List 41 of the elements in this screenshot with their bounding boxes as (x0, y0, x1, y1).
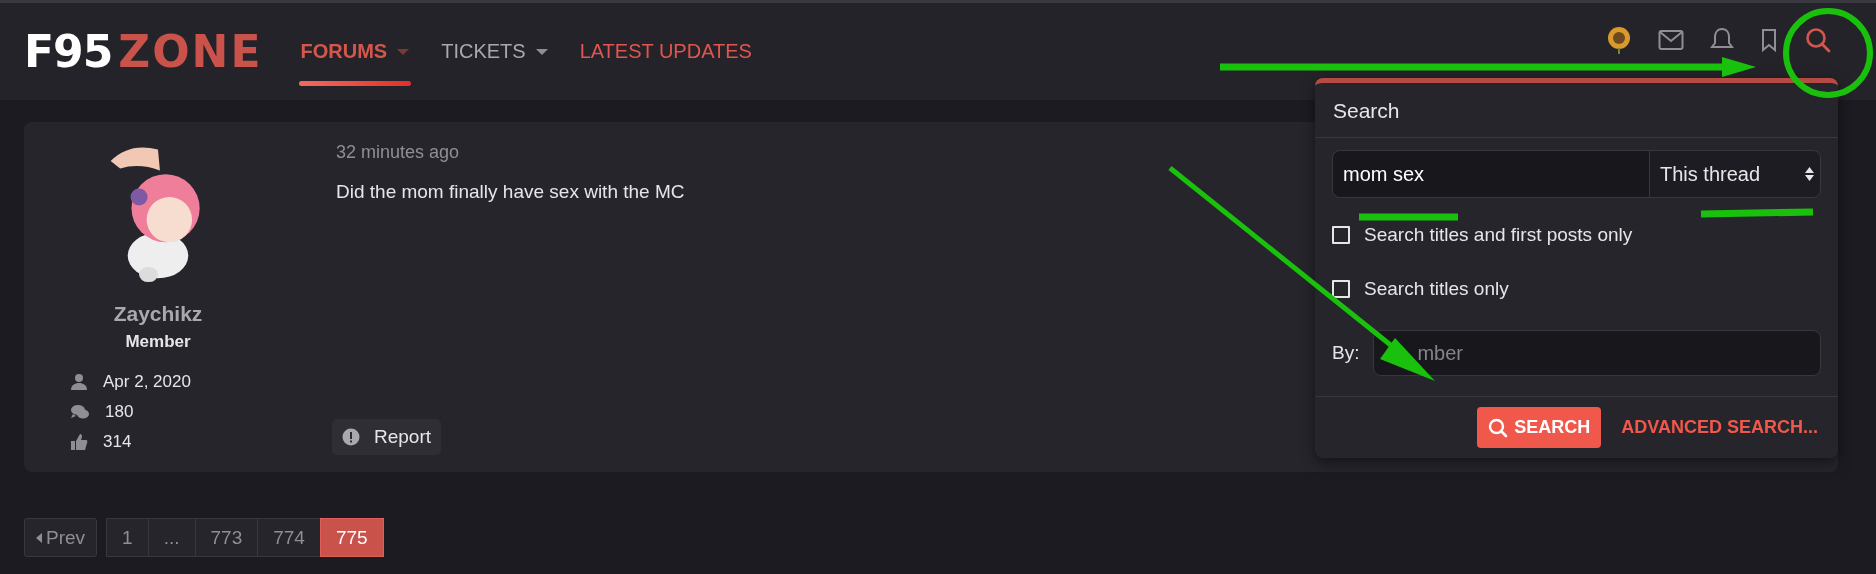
search-field[interactable]: mom sex (1332, 150, 1649, 198)
option-label: Search titles only (1364, 278, 1509, 300)
checkbox[interactable] (1332, 280, 1350, 298)
checkbox[interactable] (1332, 226, 1350, 244)
site-logo[interactable]: F95 ZONE (24, 29, 263, 74)
user-icon (70, 373, 88, 391)
search-button[interactable]: SEARCH (1477, 407, 1602, 448)
popup-title: Search (1315, 83, 1838, 138)
caret-icon (535, 47, 548, 56)
stat-value: 180 (105, 402, 134, 422)
page-button[interactable]: 775 (319, 518, 384, 557)
sort-icon (1805, 167, 1814, 181)
page-button[interactable]: 774 (257, 518, 321, 557)
scope-select[interactable]: This thread (1649, 150, 1821, 198)
search-icon[interactable] (1804, 26, 1832, 54)
thumbs-up-icon (70, 433, 88, 451)
chat-icon (70, 403, 90, 421)
sunflower-icon[interactable] (1606, 25, 1632, 55)
alert-icon (342, 428, 360, 446)
stat-value: Apr 2, 2020 (103, 372, 191, 392)
bookmark-icon[interactable] (1760, 27, 1778, 53)
prev-button[interactable]: Prev (24, 518, 98, 557)
advanced-search-link[interactable]: ADVANCED SEARCH... (1621, 417, 1818, 438)
mail-icon[interactable] (1658, 29, 1684, 51)
nav-tab[interactable]: FORUMS (298, 3, 412, 100)
author-name[interactable]: Zaychikz (113, 302, 203, 326)
caret-icon (36, 532, 43, 543)
stat-value: 314 (103, 432, 132, 452)
page-button[interactable]: ... (147, 518, 196, 557)
member-field[interactable]: mber (1373, 330, 1821, 376)
caret-icon (397, 47, 410, 56)
page-button[interactable]: 1 (106, 518, 149, 557)
user-role: Member (125, 332, 191, 352)
page-button[interactable]: 773 (194, 518, 259, 557)
report-button[interactable]: Report (332, 419, 442, 455)
by-label: By: (1332, 342, 1360, 364)
nav-tab[interactable]: TICKETS (439, 3, 550, 100)
nav-tab[interactable]: LATEST UPDATES (577, 3, 754, 100)
post-message: Did the mom finally have sex with the MC (336, 181, 686, 203)
search-icon (1488, 417, 1509, 438)
option-label: Search titles and first posts only (1364, 224, 1633, 246)
